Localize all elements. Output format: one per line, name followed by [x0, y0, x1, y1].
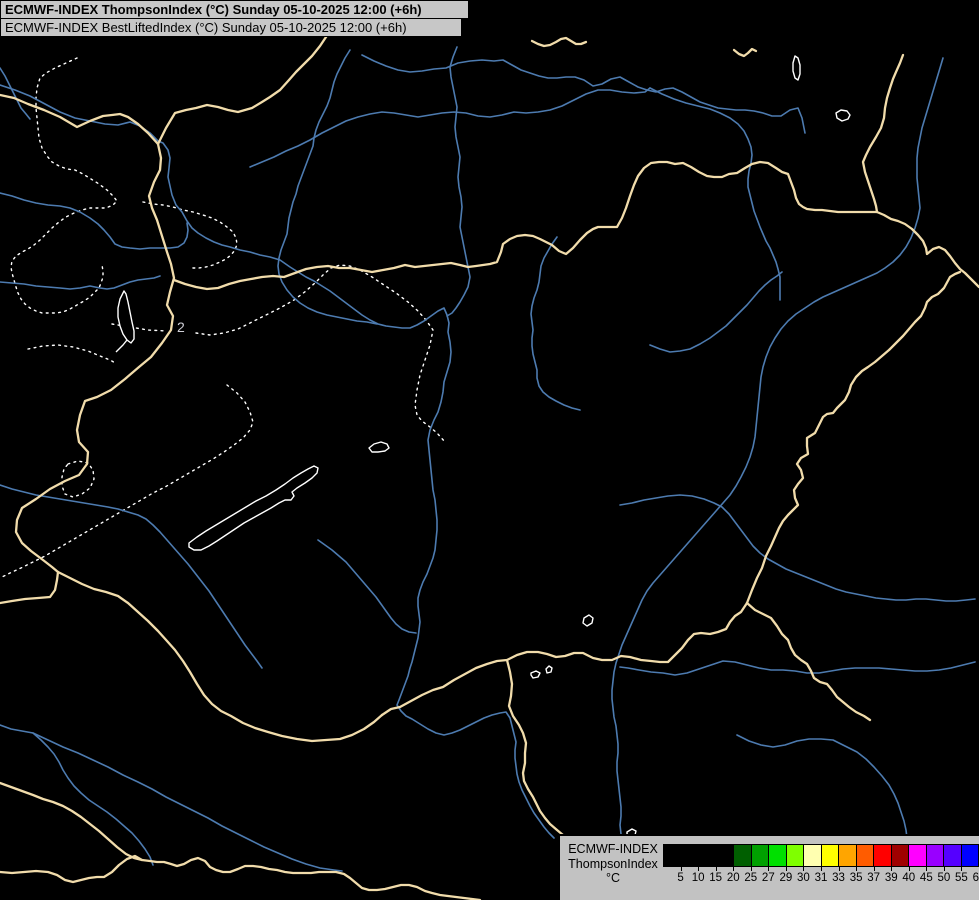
legend-color-cell: [751, 845, 769, 866]
legend-color-cell: [821, 845, 839, 866]
legend-tick: [944, 867, 945, 871]
legend-title: ECMWF-INDEX ThompsonIndex °C: [562, 842, 664, 886]
legend-tick: [856, 867, 857, 871]
legend-color-cell: [891, 845, 909, 866]
legend-tick-label: 25: [744, 872, 757, 884]
legend-tick-label: 55: [955, 872, 968, 884]
legend-tick: [698, 867, 699, 871]
legend-tick: [874, 867, 875, 871]
legend-tick-label: 37: [867, 872, 880, 884]
legend-tick-label: 20: [727, 872, 740, 884]
legend-tick: [803, 867, 804, 871]
legend-color-cell: [768, 845, 786, 866]
weather-map-screen: 2 ECMWF-INDEX ThompsonIndex (°C) Sunday …: [0, 0, 979, 900]
legend-color-cell: [803, 845, 821, 866]
legend-title-index: ThompsonIndex: [562, 857, 664, 872]
map-background: [0, 0, 979, 900]
legend-color-cell: [716, 845, 734, 866]
legend-tick: [733, 867, 734, 871]
legend-tick-label: 31: [815, 872, 828, 884]
legend-tick: [839, 867, 840, 871]
legend: ECMWF-INDEX ThompsonIndex °C 5 10 15 20 25 27…: [558, 834, 979, 900]
legend-tick: [751, 867, 752, 871]
legend-tick: [926, 867, 927, 871]
legend-tick: [821, 867, 822, 871]
legend-tick-label: 35: [850, 872, 863, 884]
legend-title-unit: °C: [562, 871, 664, 886]
legend-tick-label: 39: [885, 872, 898, 884]
legend-color-cell: [786, 845, 804, 866]
legend-color-cell: [698, 845, 716, 866]
legend-tick: [891, 867, 892, 871]
legend-tick-label: 30: [797, 872, 810, 884]
legend-color-cell: [838, 845, 856, 866]
legend-tick: [961, 867, 962, 871]
legend-color-cell: [664, 845, 681, 866]
legend-color-cell: [926, 845, 944, 866]
legend-tick: [768, 867, 769, 871]
legend-tick-label: 15: [709, 872, 722, 884]
legend-color-cell: [873, 845, 891, 866]
legend-tick-label: 5: [677, 872, 683, 884]
legend-tick-label: 27: [762, 872, 775, 884]
legend-title-model: ECMWF-INDEX: [562, 842, 664, 857]
legend-color-bar: [663, 844, 979, 867]
legend-color-cell: [733, 845, 751, 866]
legend-color-cell: [681, 845, 699, 866]
legend-tick: [786, 867, 787, 871]
legend-color-cell: [961, 845, 979, 866]
legend-tick-label: 29: [779, 872, 792, 884]
legend-tick-label: 45: [920, 872, 933, 884]
contour-value-label: 2: [177, 319, 185, 335]
legend-tick-label: 33: [832, 872, 845, 884]
legend-tick-label: 10: [692, 872, 705, 884]
legend-tick: [681, 867, 682, 871]
header-title-line1: ECMWF-INDEX ThompsonIndex (°C) Sunday 05…: [0, 0, 469, 19]
header-title-line2: ECMWF-INDEX BestLiftedIndex (°C) Sunday …: [0, 18, 462, 37]
legend-color-cell: [908, 845, 926, 866]
map-canvas: 2: [0, 0, 979, 900]
legend-tick-label: 60: [973, 872, 979, 884]
legend-color-cell: [856, 845, 874, 866]
legend-color-cell: [943, 845, 961, 866]
legend-tick: [909, 867, 910, 871]
legend-tick: [716, 867, 717, 871]
legend-tick-label: 40: [902, 872, 915, 884]
legend-tick-label: 50: [937, 872, 950, 884]
